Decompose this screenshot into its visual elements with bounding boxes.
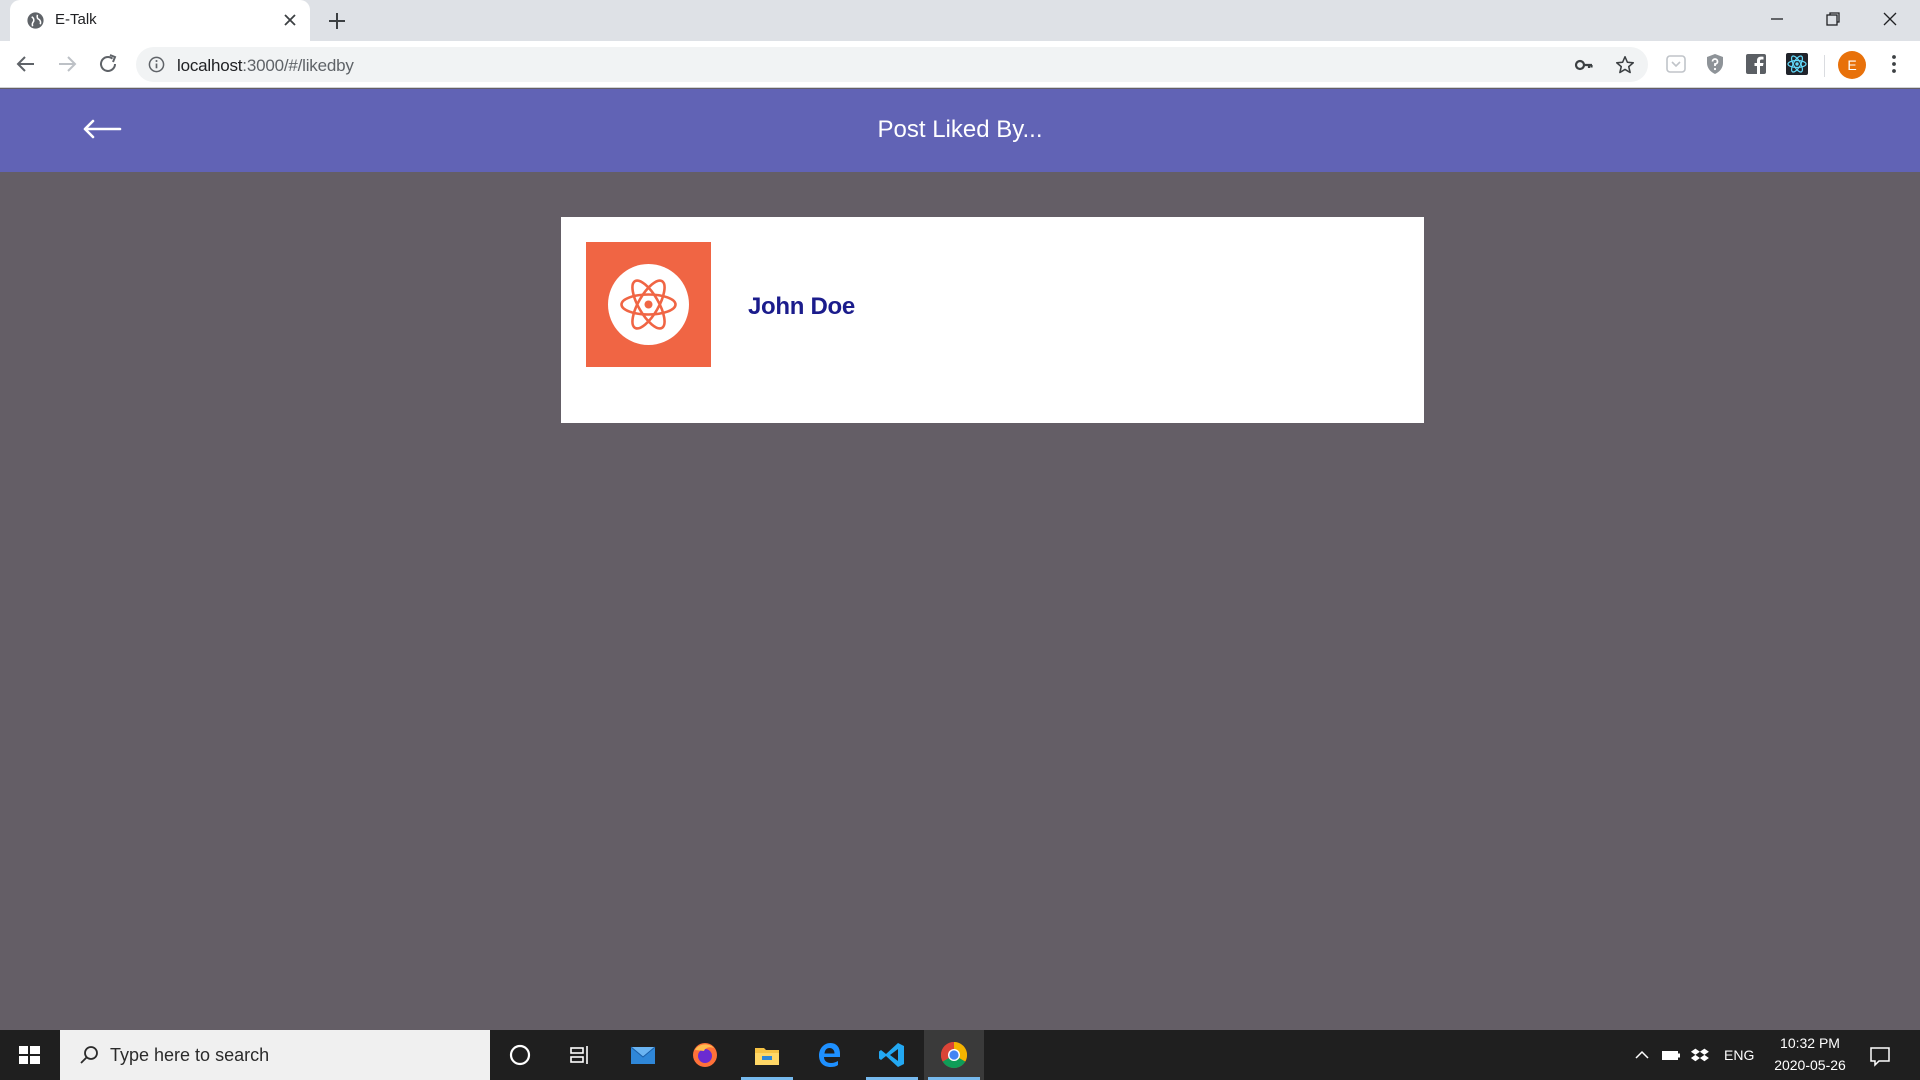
close-window-icon[interactable] [1862,0,1918,38]
react-devtools-extension-icon[interactable] [1785,52,1809,76]
search-icon [78,1044,100,1066]
shield-question-extension-icon[interactable] [1703,52,1727,76]
chevron-up-icon[interactable] [1632,1045,1652,1065]
more-menu-icon[interactable] [1882,52,1906,76]
language-indicator[interactable]: ENG [1724,1047,1754,1063]
dropbox-icon[interactable] [1690,1045,1710,1065]
taskbar-search-box[interactable]: Type here to search [60,1030,490,1080]
search-placeholder: Type here to search [110,1045,270,1065]
tab-title: E-Talk [55,11,97,28]
minimize-window-icon[interactable] [1749,0,1805,38]
url-path: :3000/#/likedby [242,56,354,75]
clock-date[interactable]: 2020-05-26 [1766,1057,1854,1073]
windows-start-icon[interactable] [0,1030,60,1080]
notification-center-icon[interactable] [1868,1044,1892,1068]
browser-toolbar: localhost:3000/#/likedby E [0,41,1920,88]
restore-window-icon[interactable] [1805,0,1861,38]
back-nav-icon[interactable] [14,52,38,76]
reload-icon[interactable] [96,52,120,76]
profile-avatar[interactable]: E [1838,51,1866,79]
avatar[interactable] [586,242,711,367]
url-host: localhost [177,56,243,75]
edge-icon[interactable] [799,1030,859,1080]
mail-icon[interactable] [613,1030,673,1080]
pocket-extension-icon[interactable] [1664,52,1688,76]
globe-icon [26,11,45,30]
address-bar[interactable]: localhost:3000/#/likedby [136,47,1648,82]
vscode-icon[interactable] [862,1030,922,1080]
battery-icon[interactable] [1661,1045,1681,1065]
liker-name[interactable]: John Doe [748,293,855,321]
cortana-icon[interactable] [490,1030,550,1080]
site-info-icon[interactable] [148,56,165,73]
bookmark-star-icon[interactable] [1614,54,1636,76]
browser-tab[interactable]: E-Talk [10,0,310,41]
new-tab-plus-icon[interactable] [326,10,348,32]
forward-nav-icon[interactable] [55,52,79,76]
firefox-icon[interactable] [675,1030,735,1080]
url-text: localhost:3000/#/likedby [177,56,354,76]
clock-time[interactable]: 10:32 PM [1778,1035,1842,1051]
key-icon[interactable] [1574,55,1594,75]
file-explorer-icon[interactable] [737,1030,797,1080]
chrome-icon[interactable] [924,1030,984,1080]
react-atom-icon [608,264,689,345]
facebook-extension-icon[interactable] [1744,52,1768,76]
windows-taskbar: Type here to search ENG 10:32 PM 2020-05… [0,1030,1920,1080]
liker-card[interactable]: John Doe [561,217,1424,423]
toolbar-separator [1824,55,1825,77]
browser-tab-strip: E-Talk [0,0,1920,41]
task-view-icon[interactable] [550,1030,610,1080]
page-title: Post Liked By... [877,116,1043,143]
tab-close-icon[interactable] [282,12,298,28]
app-header: Post Liked By... [0,89,1920,172]
